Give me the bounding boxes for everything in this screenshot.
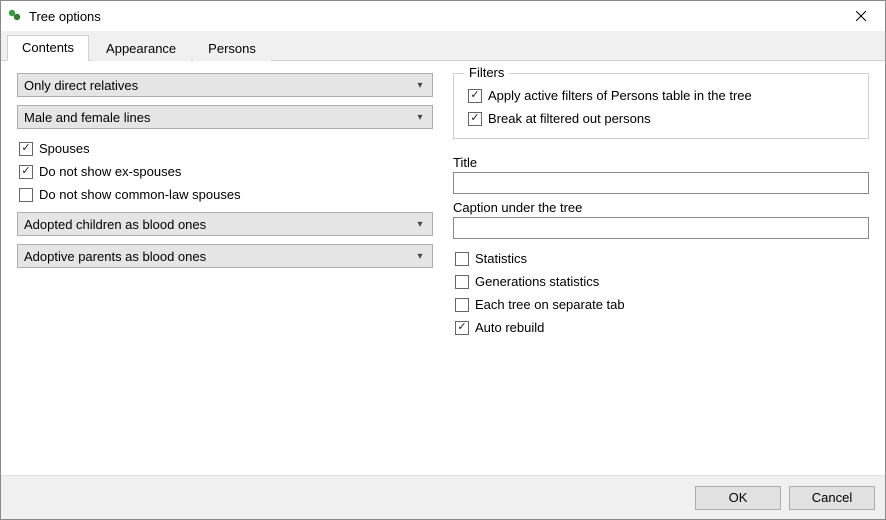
window-title: Tree options <box>29 9 839 24</box>
filters-groupbox: Filters Apply active filters of Persons … <box>453 73 869 139</box>
button-bar: OK Cancel <box>1 475 885 519</box>
checkbox-icon <box>19 142 33 156</box>
checkbox-icon <box>19 188 33 202</box>
checkbox-spouses[interactable]: Spouses <box>17 137 433 160</box>
right-column: Filters Apply active filters of Persons … <box>453 73 869 471</box>
checkbox-separate-tab[interactable]: Each tree on separate tab <box>453 293 869 316</box>
checkbox-label: Break at filtered out persons <box>488 109 651 128</box>
checkbox-label: Each tree on separate tab <box>475 295 625 314</box>
close-icon <box>856 11 866 21</box>
checkbox-icon <box>455 275 469 289</box>
checkbox-apply-filters[interactable]: Apply active filters of Persons table in… <box>466 84 856 107</box>
checkbox-label: Apply active filters of Persons table in… <box>488 86 752 105</box>
checkbox-auto-rebuild[interactable]: Auto rebuild <box>453 316 869 339</box>
adopted-children-combo[interactable]: Adopted children as blood ones ▾ <box>17 212 433 236</box>
filters-legend: Filters <box>464 65 509 80</box>
left-column: Only direct relatives ▾ Male and female … <box>17 73 433 471</box>
checkbox-gen-statistics[interactable]: Generations statistics <box>453 270 869 293</box>
checkbox-label: Spouses <box>39 139 90 158</box>
window-root: Tree options Contents Appearance Persons… <box>0 0 886 520</box>
chevron-down-icon: ▾ <box>412 112 428 123</box>
chevron-down-icon: ▾ <box>412 251 428 262</box>
checkbox-break-filtered[interactable]: Break at filtered out persons <box>466 107 856 130</box>
tab-persons[interactable]: Persons <box>193 36 271 61</box>
checkbox-icon <box>468 89 482 103</box>
chevron-down-icon: ▾ <box>412 219 428 230</box>
title-input[interactable] <box>453 172 869 194</box>
title-label: Title <box>453 155 869 170</box>
cancel-button[interactable]: Cancel <box>789 486 875 510</box>
checkbox-label: Do not show ex-spouses <box>39 162 181 181</box>
checkbox-no-common-law[interactable]: Do not show common-law spouses <box>17 183 433 206</box>
lines-combo[interactable]: Male and female lines ▾ <box>17 105 433 129</box>
checkbox-icon <box>19 165 33 179</box>
checkbox-statistics[interactable]: Statistics <box>453 247 869 270</box>
tab-appearance[interactable]: Appearance <box>91 36 191 61</box>
checkbox-icon <box>455 298 469 312</box>
tab-contents[interactable]: Contents <box>7 35 89 61</box>
checkbox-label: Statistics <box>475 249 527 268</box>
app-icon <box>7 8 23 24</box>
content-area: Only direct relatives ▾ Male and female … <box>1 61 885 475</box>
options-check-list: Statistics Generations statistics Each t… <box>453 247 869 339</box>
checkbox-icon <box>455 321 469 335</box>
tabbar: Contents Appearance Persons <box>1 31 885 61</box>
ok-button[interactable]: OK <box>695 486 781 510</box>
lines-combo-text: Male and female lines <box>24 110 412 125</box>
checkbox-icon <box>468 112 482 126</box>
checkbox-label: Do not show common-law spouses <box>39 185 241 204</box>
checkbox-label: Generations statistics <box>475 272 599 291</box>
caption-label: Caption under the tree <box>453 200 869 215</box>
chevron-down-icon: ▾ <box>412 80 428 91</box>
adoptive-parents-combo-text: Adoptive parents as blood ones <box>24 249 412 264</box>
close-button[interactable] <box>839 2 883 30</box>
titlebar: Tree options <box>1 1 885 31</box>
caption-input[interactable] <box>453 217 869 239</box>
adoptive-parents-combo[interactable]: Adoptive parents as blood ones ▾ <box>17 244 433 268</box>
adopted-children-combo-text: Adopted children as blood ones <box>24 217 412 232</box>
checkbox-icon <box>455 252 469 266</box>
relatives-combo[interactable]: Only direct relatives ▾ <box>17 73 433 97</box>
checkbox-label: Auto rebuild <box>475 318 544 337</box>
relatives-combo-text: Only direct relatives <box>24 78 412 93</box>
checkbox-no-ex-spouses[interactable]: Do not show ex-spouses <box>17 160 433 183</box>
